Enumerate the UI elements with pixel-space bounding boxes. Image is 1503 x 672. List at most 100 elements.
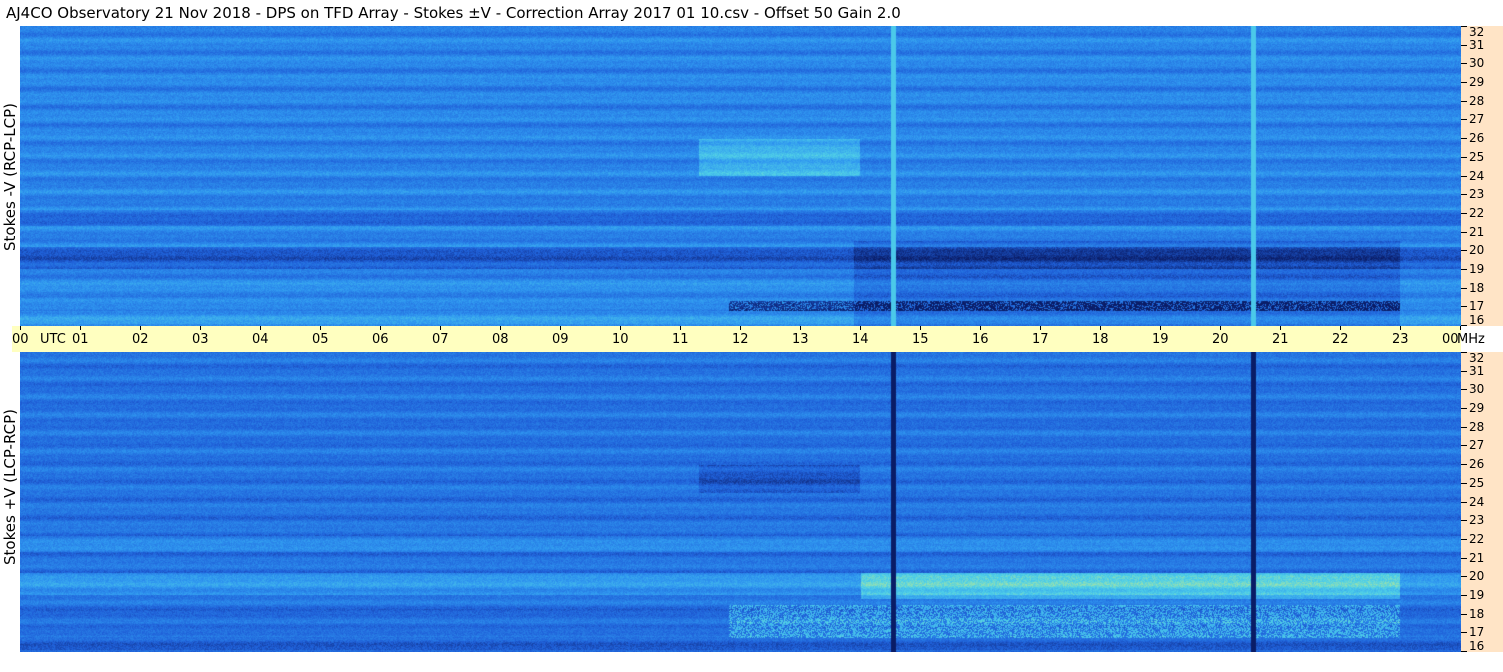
freq-tick-0-32	[1461, 26, 1467, 27]
freq-tick-0-17	[1461, 306, 1467, 307]
time-label-2: 02	[132, 332, 149, 347]
freq-tick-1-17	[1461, 632, 1467, 633]
freq-label-1-32: 32	[1469, 351, 1485, 365]
freq-tick-1-25	[1461, 483, 1467, 484]
freq-label-1-17: 17	[1469, 625, 1485, 639]
freq-label-0-29: 29	[1469, 75, 1485, 89]
freq-tick-1-32	[1461, 352, 1467, 353]
freq-tick-0-21	[1461, 232, 1467, 233]
freq-label-1-20: 20	[1469, 569, 1485, 583]
freq-label-1-30: 30	[1469, 382, 1485, 396]
time-label-7: 07	[432, 332, 449, 347]
time-label-3: 03	[192, 332, 209, 347]
utc-unit-label: UTC	[40, 332, 66, 347]
freq-label-0-28: 28	[1469, 94, 1485, 108]
time-tick-9	[560, 326, 561, 330]
time-label-23: 23	[1392, 332, 1409, 347]
time-tick-23	[1400, 326, 1401, 330]
freq-tick-0-22	[1461, 213, 1467, 214]
freq-label-0-19: 19	[1469, 262, 1485, 276]
freq-tick-0-29	[1461, 82, 1467, 83]
time-label-6: 06	[372, 332, 389, 347]
freq-tick-0-18	[1461, 288, 1467, 289]
freq-tick-0-31	[1461, 45, 1467, 46]
bottom-spectrogram-canvas	[20, 352, 1461, 652]
time-label-9: 09	[552, 332, 569, 347]
freq-label-0-17: 17	[1469, 299, 1485, 313]
freq-label-0-20: 20	[1469, 243, 1485, 257]
freq-tick-0-25	[1461, 157, 1467, 158]
top-spectrogram-canvas	[20, 26, 1461, 326]
time-label-12: 12	[732, 332, 749, 347]
freq-label-1-28: 28	[1469, 420, 1485, 434]
time-label-10: 10	[612, 332, 629, 347]
bottom-panel-ylabel: Stokes +V (LCP-RCP)	[1, 409, 19, 565]
bottom-spectrogram	[20, 352, 1461, 652]
time-label-21: 21	[1272, 332, 1289, 347]
freq-label-0-22: 22	[1469, 206, 1485, 220]
freq-label-1-25: 25	[1469, 476, 1485, 490]
top-panel-ylabel: Stokes -V (RCP-LCP)	[1, 103, 19, 251]
freq-tick-0-19	[1461, 269, 1467, 270]
freq-label-1-23: 23	[1469, 513, 1485, 527]
time-label-5: 05	[312, 332, 329, 347]
time-tick-20	[1220, 326, 1221, 330]
freq-tick-1-19	[1461, 595, 1467, 596]
freq-label-1-16: 16	[1469, 639, 1485, 653]
time-tick-16	[980, 326, 981, 330]
time-label-4: 04	[252, 332, 269, 347]
time-label-11: 11	[672, 332, 689, 347]
time-tick-17	[1040, 326, 1041, 330]
time-tick-19	[1160, 326, 1161, 330]
time-label-20: 20	[1212, 332, 1229, 347]
freq-label-0-23: 23	[1469, 187, 1485, 201]
time-tick-1	[80, 326, 81, 330]
time-label-19: 19	[1152, 332, 1169, 347]
time-label-16: 16	[972, 332, 989, 347]
freq-tick-1-20	[1461, 576, 1467, 577]
freq-label-0-25: 25	[1469, 150, 1485, 164]
freq-tick-1-23	[1461, 520, 1467, 521]
time-tick-13	[800, 326, 801, 330]
freq-label-1-31: 31	[1469, 364, 1485, 378]
time-tick-15	[920, 326, 921, 330]
time-tick-3	[200, 326, 201, 330]
freq-label-1-22: 22	[1469, 532, 1485, 546]
time-tick-21	[1280, 326, 1281, 330]
freq-label-0-16: 16	[1469, 313, 1485, 327]
freq-tick-1-29	[1461, 408, 1467, 409]
freq-label-0-26: 26	[1469, 131, 1485, 145]
time-tick-18	[1100, 326, 1101, 330]
freq-tick-0-20	[1461, 250, 1467, 251]
freq-tick-1-16	[1461, 651, 1467, 652]
time-tick-14	[860, 326, 861, 330]
time-label-13: 13	[792, 332, 809, 347]
time-tick-11	[680, 326, 681, 330]
freq-label-0-24: 24	[1469, 169, 1485, 183]
freq-tick-1-18	[1461, 614, 1467, 615]
freq-tick-1-30	[1461, 389, 1467, 390]
mhz-unit-label: MHz	[1457, 332, 1485, 347]
top-frequency-scale: 16 17 18 19 20 21 22 23 24 25 26 27 28 29 30 31 32	[1461, 26, 1503, 326]
freq-label-0-30: 30	[1469, 56, 1485, 70]
time-tick-4	[260, 326, 261, 330]
time-label-0: 00	[12, 332, 29, 347]
freq-label-1-27: 27	[1469, 438, 1485, 452]
freq-label-1-26: 26	[1469, 457, 1485, 471]
time-label-1: 01	[72, 332, 89, 347]
bottom-frequency-scale: 16 17 18 19 20 21 22 23 24 25 26 27 28 29 30 31 32	[1461, 352, 1503, 652]
time-tick-8	[500, 326, 501, 330]
time-tick-10	[620, 326, 621, 330]
top-spectrogram	[20, 26, 1461, 326]
time-tick-5	[320, 326, 321, 330]
freq-tick-0-26	[1461, 138, 1467, 139]
time-tick-24	[1460, 326, 1461, 330]
freq-tick-1-24	[1461, 502, 1467, 503]
utc-time-axis: 00 01 02 03 04 05 06 07 08 09 10 11 12 13 14 15 16 17 18 19…	[12, 326, 1485, 352]
freq-label-1-18: 18	[1469, 607, 1485, 621]
freq-tick-1-28	[1461, 427, 1467, 428]
freq-tick-0-30	[1461, 63, 1467, 64]
time-tick-12	[740, 326, 741, 330]
time-label-18: 18	[1092, 332, 1109, 347]
freq-label-0-18: 18	[1469, 281, 1485, 295]
